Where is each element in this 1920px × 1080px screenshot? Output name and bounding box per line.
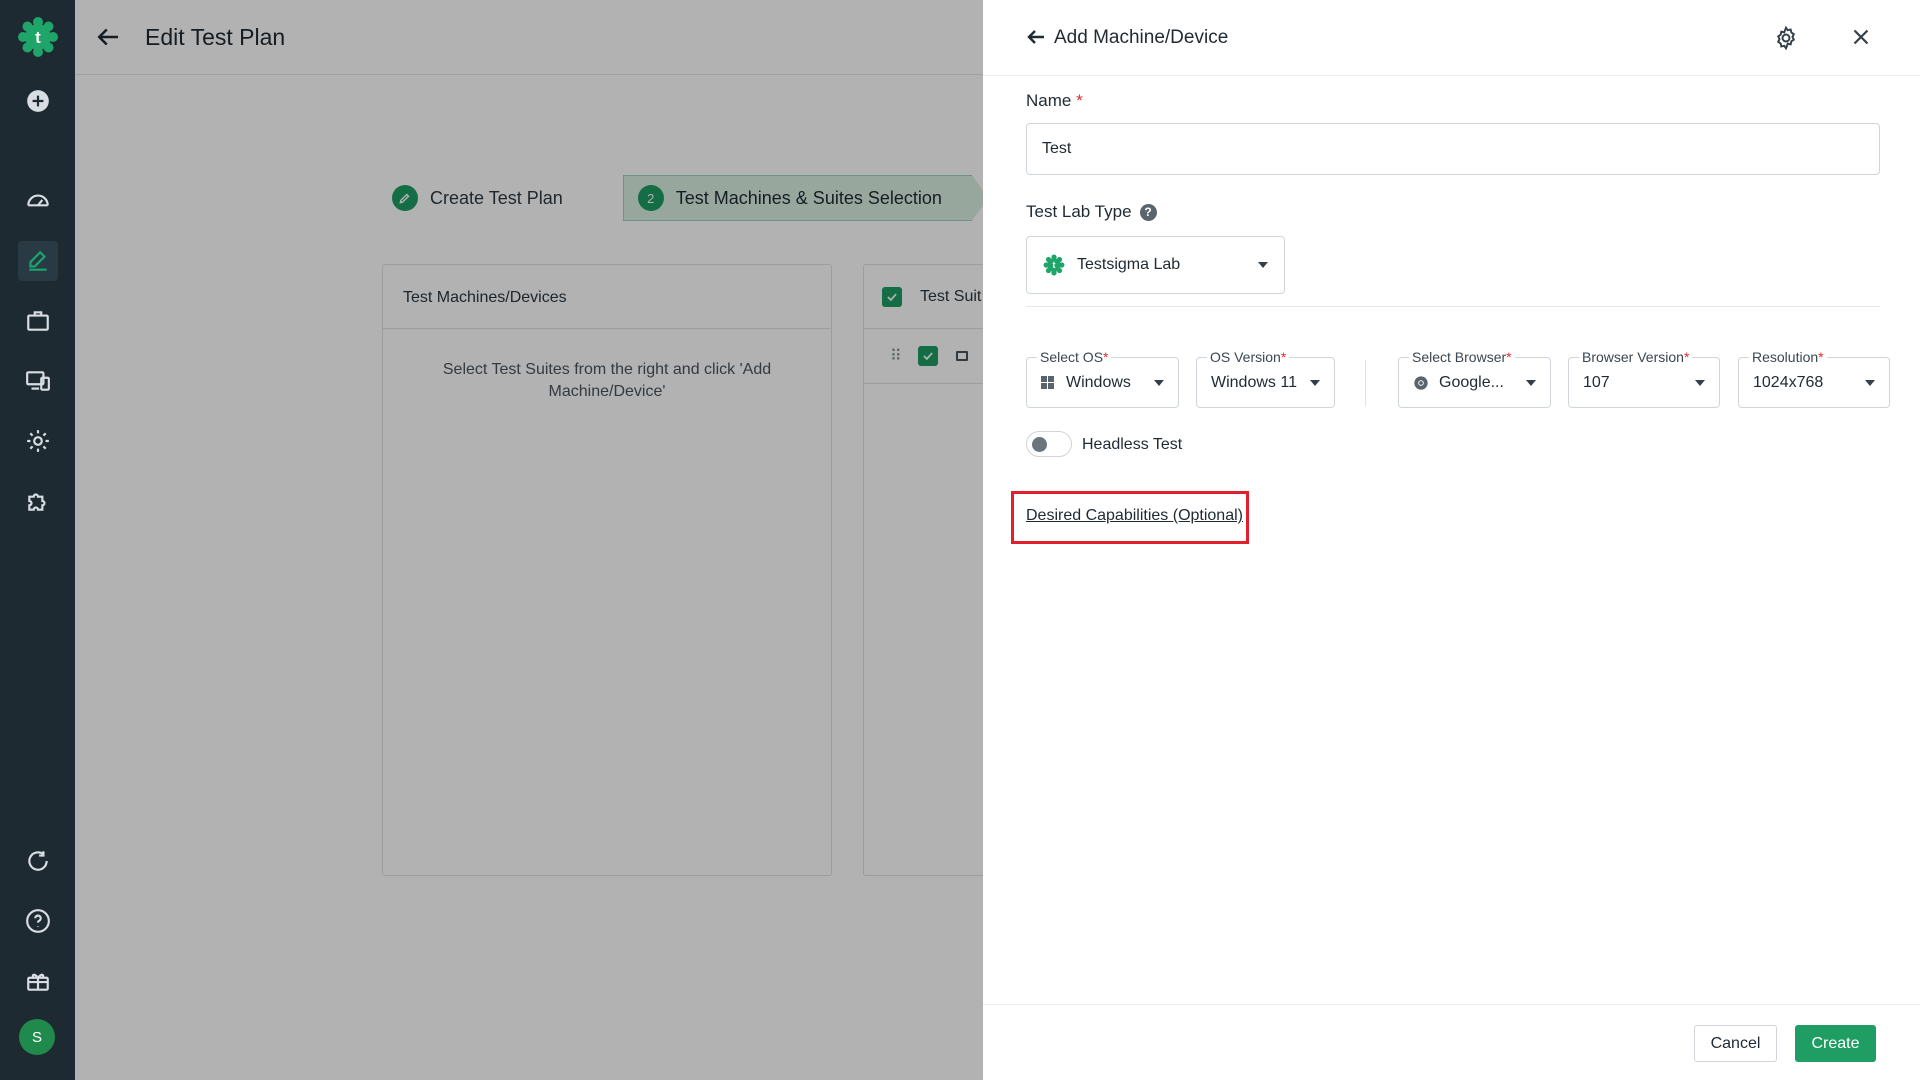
desired-capabilities-link[interactable]: Desired Capabilities (Optional) [1026, 507, 1243, 525]
edit-icon[interactable] [18, 241, 58, 281]
name-label-text: Name [1026, 91, 1072, 110]
settings-gear-icon[interactable] [1773, 25, 1799, 51]
drawer-title: Add Machine/Device [1054, 27, 1229, 48]
browser-version-value: 107 [1583, 373, 1610, 391]
drawer-header: Add Machine/Device [983, 0, 1920, 76]
drawer-footer [983, 1004, 1920, 1080]
field-legend: Select OS* [1037, 349, 1112, 365]
gear-icon[interactable] [18, 421, 58, 461]
lab-type-value: Testsigma Lab [1077, 256, 1181, 273]
os-version-label: OS Version [1210, 349, 1281, 365]
os-version-dropdown[interactable]: OS Version* Windows 11 [1196, 349, 1335, 408]
required-marker: * [1818, 349, 1824, 365]
resolution-value: 1024x768 [1753, 373, 1824, 391]
resolution-dropdown[interactable]: Resolution* 1024x768 [1738, 349, 1890, 408]
headless-label: Headless Test [1082, 436, 1183, 453]
chrome-icon [1414, 375, 1428, 390]
divider [1026, 306, 1880, 307]
field-legend: Resolution* [1749, 349, 1827, 365]
sidebar: t S [0, 0, 75, 1080]
select-browser-dropdown[interactable]: Select Browser* Google... [1398, 349, 1551, 408]
avatar[interactable]: S [19, 1019, 55, 1055]
browser-value: Google... [1439, 373, 1504, 391]
plus-circle-icon[interactable] [18, 81, 58, 121]
headless-toggle[interactable] [1026, 431, 1072, 457]
modal-backdrop[interactable] [75, 0, 1058, 1080]
test-lab-type-select[interactable]: t Testsigma Lab [1026, 236, 1285, 294]
browser-version-label: Browser Version [1582, 349, 1684, 365]
lab-type-label-text: Test Lab Type [1026, 202, 1132, 221]
help-question-icon[interactable]: ? [1139, 203, 1157, 221]
testsigma-logo-icon[interactable]: t [17, 16, 59, 58]
name-input[interactable] [1026, 123, 1880, 175]
chevron-down-icon [1865, 379, 1875, 386]
required-marker: * [1103, 349, 1109, 365]
chevron-down-icon [1526, 379, 1536, 386]
back-arrow-icon[interactable] [1024, 24, 1048, 50]
required-marker: * [1280, 349, 1287, 365]
svg-text:t: t [35, 28, 41, 47]
chevron-down-icon [1154, 379, 1164, 386]
browser-version-dropdown[interactable]: Browser Version* 107 [1568, 349, 1720, 408]
svg-text:t: t [1053, 260, 1056, 270]
required-marker: * [1506, 349, 1512, 365]
toggle-knob [1032, 437, 1047, 452]
refresh-icon[interactable] [18, 841, 58, 881]
windows-icon [1041, 376, 1054, 389]
gift-icon[interactable] [18, 961, 58, 1001]
testsigma-lab-icon: t [1043, 254, 1065, 276]
chevron-down-icon [1695, 379, 1705, 386]
os-value: Windows [1066, 373, 1131, 391]
select-os-dropdown[interactable]: Select OS* Windows [1026, 349, 1179, 408]
os-label: Select OS [1040, 349, 1104, 365]
devices-icon[interactable] [18, 361, 58, 401]
name-label: Name * [1026, 91, 1083, 111]
field-legend: Browser Version* [1579, 349, 1693, 365]
dashboard-icon[interactable] [18, 181, 58, 221]
vertical-divider [1365, 360, 1366, 406]
help-icon[interactable] [18, 901, 58, 941]
test-lab-type-label: Test Lab Type? [1026, 202, 1157, 222]
os-version-value: Windows 11 [1211, 373, 1297, 391]
field-legend: OS Version* [1207, 349, 1290, 365]
briefcase-icon[interactable] [18, 301, 58, 341]
puzzle-icon[interactable] [18, 481, 58, 521]
create-button[interactable]: Create [1795, 1025, 1876, 1062]
close-icon[interactable] [1848, 24, 1874, 50]
chevron-down-icon [1310, 379, 1320, 386]
add-machine-drawer: Add Machine/Device Name * Test Lab Type?… [983, 0, 1920, 1080]
field-legend: Select Browser* [1409, 349, 1515, 365]
required-marker: * [1076, 91, 1083, 110]
browser-label: Select Browser [1412, 349, 1507, 365]
cancel-button[interactable]: Cancel [1694, 1025, 1777, 1062]
required-marker: * [1683, 349, 1690, 365]
resolution-label: Resolution [1752, 349, 1819, 365]
chevron-down-icon [1258, 262, 1268, 268]
